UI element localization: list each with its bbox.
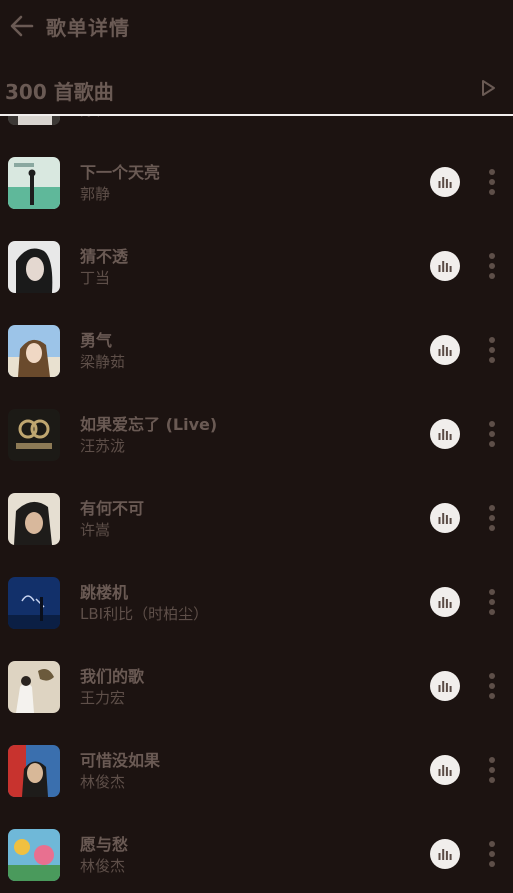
song-row[interactable]: 下一个天亮 郭静 — [0, 141, 513, 225]
sound-wave-icon — [438, 765, 452, 776]
song-row[interactable]: 跳楼机 LBI利比（时柏尘） — [0, 561, 513, 645]
sound-wave-icon — [438, 849, 452, 860]
more-options-button[interactable] — [484, 589, 500, 615]
more-options-button[interactable] — [484, 421, 500, 447]
play-song-button[interactable] — [430, 419, 460, 449]
album-cover — [8, 241, 60, 293]
play-song-button[interactable] — [430, 839, 460, 869]
song-row[interactable]: 陈粒 — [0, 116, 513, 141]
song-artist: LBI利比（时柏尘） — [80, 605, 209, 623]
play-song-button[interactable] — [430, 587, 460, 617]
song-artist: 梁静茹 — [80, 353, 126, 371]
song-row[interactable]: 我们的歌 王力宏 — [0, 645, 513, 729]
more-options-button[interactable] — [484, 337, 500, 363]
song-row[interactable]: 愿与愁 林俊杰 — [0, 813, 513, 893]
song-artist: 郭静 — [80, 185, 111, 203]
sound-wave-icon — [438, 681, 452, 692]
more-options-button[interactable] — [484, 757, 500, 783]
play-song-button[interactable] — [430, 755, 460, 785]
song-artist: 林俊杰 — [80, 857, 126, 875]
song-list-viewport[interactable]: 陈粒 — [0, 116, 513, 893]
song-list: 陈粒 — [0, 116, 513, 893]
song-title: 可惜没如果 — [80, 751, 161, 770]
song-artist: 许嵩 — [80, 521, 111, 539]
sound-wave-icon — [438, 513, 452, 524]
play-song-button[interactable] — [430, 503, 460, 533]
song-artist: 林俊杰 — [80, 773, 126, 791]
song-artist: 王力宏 — [80, 689, 126, 707]
song-title: 愿与愁 — [80, 835, 129, 854]
play-outline-icon — [482, 80, 495, 96]
album-cover — [8, 493, 60, 545]
more-options-button[interactable] — [484, 841, 500, 867]
play-song-button[interactable] — [430, 335, 460, 365]
song-artist: 陈粒 — [80, 116, 110, 120]
back-button[interactable] — [8, 12, 36, 40]
play-song-button[interactable] — [430, 671, 460, 701]
arrow-left-icon — [10, 15, 34, 37]
sound-wave-icon — [438, 345, 452, 356]
album-cover — [8, 157, 60, 209]
album-cover — [8, 325, 60, 377]
song-artist: 汪苏泷 — [80, 437, 126, 455]
page-title: 歌单详情 — [46, 16, 130, 40]
play-all-button[interactable] — [479, 78, 497, 98]
sound-wave-icon — [438, 597, 452, 608]
album-cover — [8, 745, 60, 797]
album-cover — [8, 829, 60, 881]
song-row[interactable]: 可惜没如果 林俊杰 — [0, 729, 513, 813]
song-title: 如果爱忘了 (Live) — [80, 415, 218, 434]
list-header: 300 首歌曲 — [0, 70, 513, 114]
song-count-label: 300 首歌曲 — [5, 80, 114, 104]
more-options-button[interactable] — [484, 169, 500, 195]
album-cover — [8, 409, 60, 461]
song-title: 跳楼机 — [80, 583, 129, 602]
song-row[interactable]: 猜不透 丁当 — [0, 225, 513, 309]
sound-wave-icon — [438, 177, 452, 188]
playlist-detail-screen: 歌单详情 300 首歌曲 陈粒 — [0, 0, 513, 893]
album-cover — [8, 661, 60, 713]
album-cover — [8, 577, 60, 629]
song-title: 下一个天亮 — [80, 163, 161, 182]
album-cover — [8, 116, 60, 125]
sound-wave-icon — [438, 261, 452, 272]
more-options-button[interactable] — [484, 673, 500, 699]
song-title: 有何不可 — [80, 499, 145, 518]
more-options-button[interactable] — [484, 253, 500, 279]
play-song-button[interactable] — [430, 167, 460, 197]
song-row[interactable]: 勇气 梁静茹 — [0, 309, 513, 393]
song-title: 勇气 — [80, 331, 113, 350]
song-artist: 丁当 — [80, 269, 111, 287]
top-bar: 歌单详情 — [0, 0, 513, 56]
song-title: 猜不透 — [80, 247, 129, 266]
sound-wave-icon — [438, 429, 452, 440]
song-row[interactable]: 如果爱忘了 (Live) 汪苏泷 — [0, 393, 513, 477]
song-title: 我们的歌 — [80, 667, 145, 686]
play-song-button[interactable] — [430, 251, 460, 281]
song-row[interactable]: 有何不可 许嵩 — [0, 477, 513, 561]
more-options-button[interactable] — [484, 505, 500, 531]
